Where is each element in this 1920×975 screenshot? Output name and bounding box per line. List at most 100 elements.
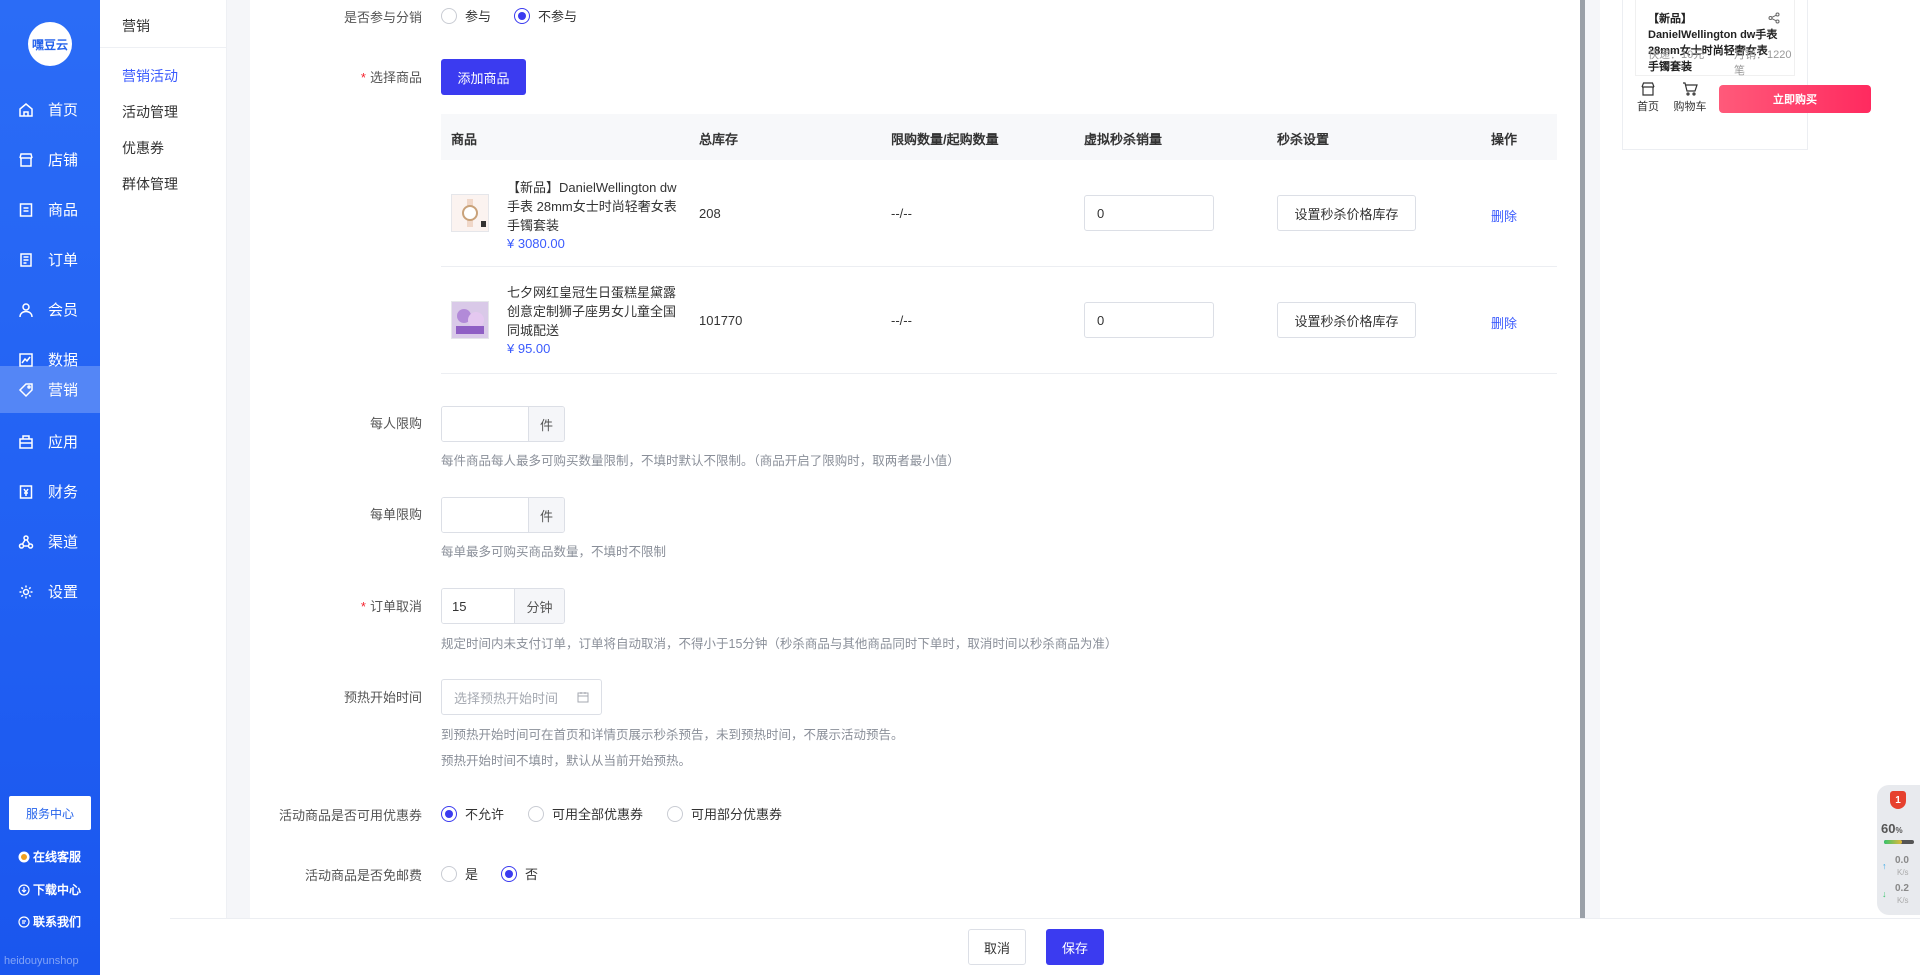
cake-image-icon: [452, 302, 488, 338]
home-icon: [19, 102, 33, 117]
unit-label: 件: [528, 407, 564, 441]
nav-item-app[interactable]: 应用: [0, 418, 100, 465]
th-stock: 总库存: [699, 132, 739, 147]
nav-item-order[interactable]: 订单: [0, 236, 100, 283]
table-row: 【新品】DanielWellington dw手表 28mm女士时尚轻奢女表手镯…: [441, 160, 1557, 267]
preheat-time-label: 预热开始时间: [343, 690, 422, 705]
finance-icon: [19, 484, 33, 499]
download-center-link[interactable]: 下载中心: [18, 881, 81, 898]
network-speed-widget[interactable]: 1 60% ↑ 0.0 K/s ↓ 0.2 K/s: [1877, 785, 1920, 915]
unit-label: 分钟: [514, 589, 564, 623]
gear-icon: [19, 585, 33, 598]
app-icon: [19, 434, 33, 449]
product-price: ¥ 95.00: [507, 341, 551, 356]
nav-label: 渠道: [48, 534, 79, 551]
nav-label: 财务: [48, 484, 79, 501]
product-name[interactable]: 七夕网红皇冠生日蛋糕星黛露创意定制狮子座男女儿童全国同城配送: [507, 283, 682, 340]
add-goods-button[interactable]: 添加商品: [441, 59, 526, 95]
nav-label: 店铺: [48, 152, 79, 169]
shop-icon: [1641, 82, 1655, 96]
virtual-sales-input[interactable]: 0: [1084, 302, 1214, 338]
store-icon: [19, 152, 33, 167]
nav-label: 应用: [48, 434, 79, 451]
contact-us-link[interactable]: 联系我们: [18, 913, 81, 930]
delete-link[interactable]: 删除: [1491, 313, 1517, 332]
seckill-setting-button[interactable]: 设置秒杀价格库存: [1277, 195, 1416, 231]
save-button[interactable]: 保存: [1046, 929, 1104, 965]
online-support-link[interactable]: 在线客服: [18, 848, 81, 865]
cart-icon: [1683, 82, 1698, 96]
radio-dot: [528, 805, 544, 822]
nav-item-store[interactable]: 店铺: [0, 136, 100, 183]
virtual-sales-input[interactable]: 0: [1084, 195, 1214, 231]
delete-link[interactable]: 删除: [1491, 206, 1517, 225]
subnav-item-coupons[interactable]: 优惠券: [122, 138, 164, 158]
per-order-limit-hint: 每单最多可购买商品数量，不填时不限制: [441, 545, 667, 559]
radio-free-shipping-yes[interactable]: 是: [441, 864, 478, 883]
stock-value: 101770: [699, 313, 743, 328]
select-goods-label: * 选择商品: [360, 70, 422, 85]
radio-distribution-yes[interactable]: 参与: [441, 6, 491, 25]
nav-item-home[interactable]: 首页: [0, 86, 100, 133]
per-person-limit-input[interactable]: [442, 407, 528, 441]
free-shipping-label: 活动商品是否免邮费: [304, 868, 422, 883]
preview-nav-cart[interactable]: 购物车: [1673, 82, 1707, 114]
preheat-time-picker[interactable]: 选择预热开始时间: [441, 679, 602, 715]
product-thumbnail[interactable]: [451, 301, 489, 339]
radio-coupon-disallow[interactable]: 不允许: [441, 804, 504, 823]
upload-unit: K/s: [1897, 868, 1909, 877]
radio-coupon-all[interactable]: 可用全部优惠券: [528, 804, 643, 823]
goods-icon: [19, 202, 33, 217]
table-header: 商品 总库存 限购数量/起购数量 虚拟秒杀销量 秒杀设置 操作: [441, 114, 1557, 160]
nav-item-member[interactable]: 会员: [0, 286, 100, 333]
th-virtual-sales: 虚拟秒杀销量: [1084, 132, 1163, 147]
calendar-icon: [577, 692, 589, 703]
nav-item-goods[interactable]: 商品: [0, 186, 100, 233]
radio-free-shipping-no[interactable]: 否: [501, 864, 538, 883]
logo[interactable]: 嘿豆云: [28, 22, 72, 66]
service-center-button[interactable]: 服务中心: [9, 796, 91, 830]
nav-item-settings[interactable]: 设置: [0, 568, 100, 615]
subnav-item-marketing-activity[interactable]: 营销活动: [122, 66, 178, 86]
order-cancel-hint: 规定时间内未支付订单，订单将自动取消，不得小于15分钟（秒杀商品与其他商品同时下…: [441, 637, 1118, 651]
subnav-title: 营销: [122, 18, 150, 34]
product-name[interactable]: 【新品】DanielWellington dw手表 28mm女士时尚轻奢女表手镯…: [507, 178, 682, 235]
nav-item-channel[interactable]: 渠道: [0, 518, 100, 565]
cancel-button[interactable]: 取消: [968, 929, 1026, 965]
action-bar: [170, 918, 1920, 975]
radio-distribution-no[interactable]: 不参与: [514, 6, 577, 25]
radio-dot: [441, 805, 457, 822]
panel-resizer[interactable]: [1580, 0, 1585, 918]
order-cancel-input[interactable]: [442, 589, 514, 623]
nav-label: 营销: [48, 382, 79, 399]
preheat-hint-1: 到预热开始时间可在首页和详情页展示秒杀预告，未到预热时间，不展示活动预告。: [441, 728, 904, 742]
preview-shipping: 快递：10元: [1648, 49, 1705, 61]
nav-label: 设置: [48, 584, 79, 601]
divider: [100, 47, 227, 48]
subnav-item-activity-management[interactable]: 活动管理: [122, 102, 178, 122]
per-person-limit-field: 件: [441, 406, 565, 442]
nav-item-finance[interactable]: 财务: [0, 468, 100, 515]
nav-label: 会员: [48, 302, 79, 319]
per-person-limit-label: 每人限购: [369, 416, 422, 431]
per-order-limit-field: 件: [441, 497, 565, 533]
share-icon[interactable]: [1768, 12, 1780, 24]
coupon-label: 活动商品是否可用优惠券: [278, 808, 422, 823]
order-icon: [20, 252, 32, 267]
radio-coupon-partial[interactable]: 可用部分优惠券: [667, 804, 782, 823]
buy-now-button[interactable]: 立即购买: [1719, 85, 1871, 113]
subnav-item-group-management[interactable]: 群体管理: [122, 174, 178, 194]
nav-label: 商品: [48, 202, 79, 219]
nav-label: 首页: [48, 102, 79, 119]
preheat-hint-2: 预热开始时间不填时，默认从当前开始预热。: [441, 754, 692, 768]
preview-nav-home[interactable]: 首页: [1631, 82, 1665, 114]
product-thumbnail[interactable]: [451, 194, 489, 232]
table-row: 七夕网红皇冠生日蛋糕星黛露创意定制狮子座男女儿童全国同城配送 ¥ 95.00 1…: [441, 267, 1557, 374]
per-order-limit-input[interactable]: [442, 498, 528, 532]
preview-product-card: 【新品】DanielWellington dw手表28mm女士时尚轻奢女表手镯套…: [1635, 0, 1795, 77]
tag-icon: [18, 382, 33, 397]
watermark: heidouyunshop: [4, 955, 79, 967]
nav-item-marketing[interactable]: 营销: [0, 366, 100, 413]
radio-dot: [514, 7, 530, 24]
seckill-setting-button[interactable]: 设置秒杀价格库存: [1277, 302, 1416, 338]
